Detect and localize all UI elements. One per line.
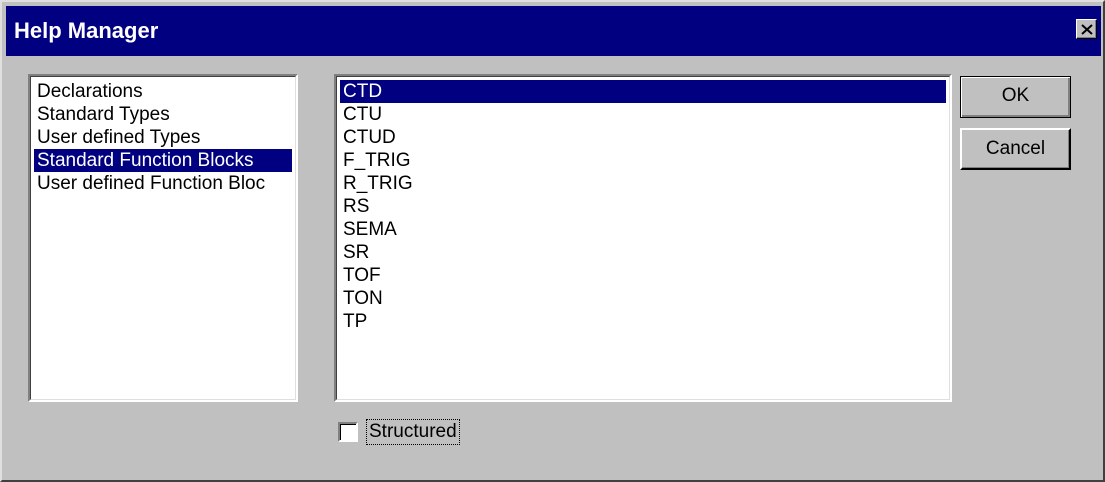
function-block-list: CTD CTU CTUD F_TRIG R_TRIG RS SEMA SR TOF TON TP — [340, 80, 946, 333]
category-list-item[interactable]: User defined Function Bloc — [34, 172, 292, 195]
ok-button[interactable]: OK — [960, 76, 1071, 118]
category-list: Declarations Standard Types User defined T… — [34, 80, 292, 195]
function-block-list-item[interactable]: TON — [340, 287, 946, 310]
function-block-list-item[interactable]: TP — [340, 310, 946, 333]
category-list-item[interactable]: Declarations — [34, 80, 292, 103]
category-list-item[interactable]: User defined Types — [34, 126, 292, 149]
category-listbox[interactable]: Declarations Standard Types User defined T… — [28, 74, 298, 402]
function-block-listbox[interactable]: CTD CTU CTUD F_TRIG R_TRIG RS SEMA SR TOF TON TP — [334, 74, 952, 402]
function-block-list-item[interactable]: SEMA — [340, 218, 946, 241]
function-block-list-item[interactable]: CTUD — [340, 126, 946, 149]
function-block-list-item[interactable]: CTD — [340, 80, 946, 103]
cancel-button[interactable]: Cancel — [960, 128, 1071, 170]
structured-label[interactable]: Structured — [366, 419, 460, 445]
function-block-list-item[interactable]: R_TRIG — [340, 172, 946, 195]
title-bar[interactable]: Help Manager — [6, 6, 1101, 56]
function-block-list-item[interactable]: CTU — [340, 103, 946, 126]
function-block-list-item[interactable]: RS — [340, 195, 946, 218]
category-list-item[interactable]: Standard Types — [34, 103, 292, 126]
close-icon — [1080, 23, 1093, 35]
structured-checkbox[interactable] — [338, 422, 358, 442]
category-list-item[interactable]: Standard Function Blocks — [34, 149, 292, 172]
function-block-list-item[interactable]: F_TRIG — [340, 149, 946, 172]
help-manager-dialog: Help Manager Declarations Standard Types U… — [0, 0, 1105, 482]
function-block-list-item[interactable]: TOF — [340, 264, 946, 287]
close-button[interactable] — [1076, 19, 1097, 39]
structured-option[interactable]: Structured — [338, 416, 460, 448]
function-block-list-item[interactable]: SR — [340, 241, 946, 264]
window-title: Help Manager — [14, 18, 159, 43]
